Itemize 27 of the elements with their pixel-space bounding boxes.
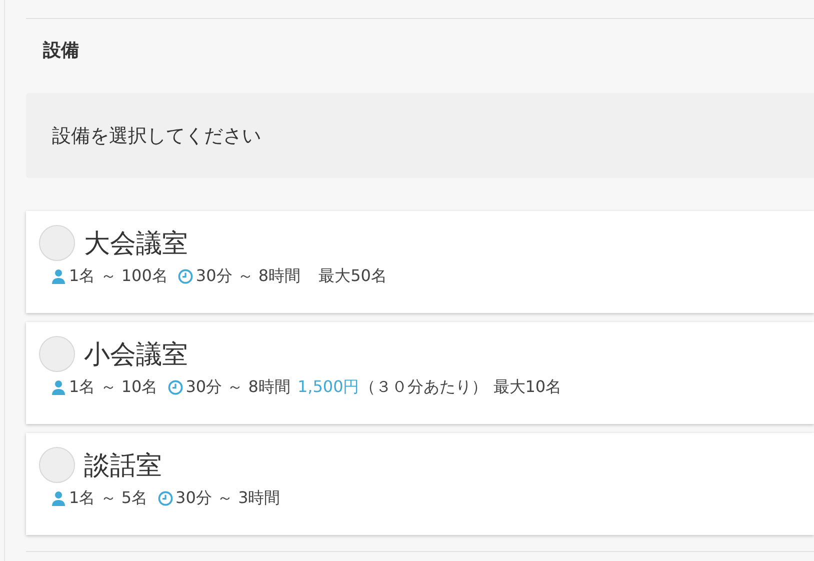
section-title: 設備 bbox=[42, 39, 80, 63]
facility-name: 談話室 bbox=[84, 450, 162, 482]
clock-icon bbox=[168, 380, 183, 395]
clock-icon bbox=[178, 269, 193, 284]
clock-icon bbox=[158, 491, 173, 506]
notice-message: 設備を選択してください bbox=[26, 93, 814, 178]
max-capacity-text: 最大10名 bbox=[493, 377, 562, 398]
capacity-text: 1名 ～ 100名 bbox=[69, 266, 168, 287]
capacity-text: 1名 ～ 10名 bbox=[69, 377, 158, 398]
facility-card[interactable]: 小会議室 1名 ～ 10名 30分 ～ 8時間 1,500円（３０分あたり） 最大10名 bbox=[26, 322, 814, 424]
radio-button[interactable] bbox=[39, 447, 75, 483]
price-note: （３０分あたり） bbox=[359, 377, 488, 398]
person-icon bbox=[51, 380, 66, 395]
radio-button[interactable] bbox=[39, 336, 75, 372]
capacity-text: 1名 ～ 5名 bbox=[69, 488, 148, 509]
duration-text: 30分 ～ 3時間 bbox=[176, 488, 280, 509]
duration-text: 30分 ～ 8時間 bbox=[196, 266, 301, 287]
person-icon bbox=[51, 491, 66, 506]
facility-name: 小会議室 bbox=[84, 338, 188, 372]
facility-card[interactable]: 談話室 1名 ～ 5名 30分 ～ 3時間 bbox=[26, 433, 814, 535]
facility-card[interactable]: 大会議室 1名 ～ 100名 30分 ～ 8時間 最大50名 bbox=[26, 211, 814, 313]
max-capacity-text: 最大50名 bbox=[318, 266, 387, 287]
facility-name: 大会議室 bbox=[84, 228, 188, 260]
duration-text: 30分 ～ 8時間 bbox=[186, 377, 290, 398]
price-text: 1,500円 bbox=[297, 377, 360, 398]
radio-button[interactable] bbox=[39, 225, 75, 261]
person-icon bbox=[51, 269, 66, 284]
